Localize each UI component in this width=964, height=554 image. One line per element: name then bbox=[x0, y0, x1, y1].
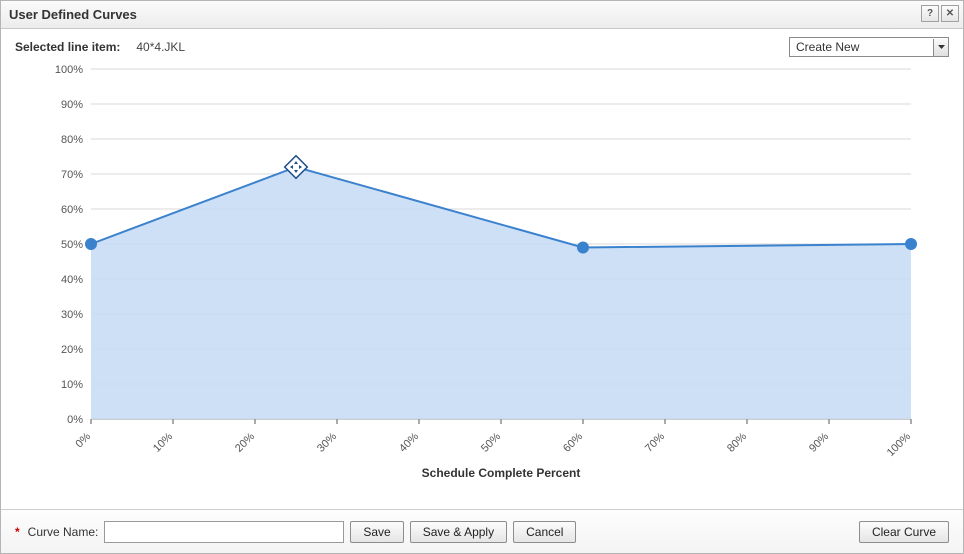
svg-text:60%: 60% bbox=[61, 204, 83, 216]
curve-chart[interactable]: 0% 10% 20% 30% 40% 50% 60% 70% 80% 90% 100% 0% 10% 20… bbox=[21, 59, 941, 489]
curve-name-input[interactable] bbox=[104, 521, 344, 543]
titlebar: User Defined Curves ? ✕ bbox=[1, 1, 963, 29]
curve-select-value: Create New bbox=[796, 40, 859, 54]
svg-text:0%: 0% bbox=[67, 414, 83, 426]
chart-point[interactable] bbox=[577, 242, 589, 254]
svg-text:100%: 100% bbox=[55, 64, 83, 76]
svg-text:100%: 100% bbox=[885, 430, 914, 459]
chevron-down-icon bbox=[933, 39, 948, 56]
save-button[interactable]: Save bbox=[350, 521, 403, 543]
selected-line-item-label: Selected line item: bbox=[15, 40, 120, 54]
svg-text:20%: 20% bbox=[233, 430, 257, 454]
svg-text:50%: 50% bbox=[61, 239, 83, 251]
clear-curve-button[interactable]: Clear Curve bbox=[859, 521, 949, 543]
help-button[interactable]: ? bbox=[921, 5, 939, 22]
svg-text:40%: 40% bbox=[61, 274, 83, 286]
svg-text:90%: 90% bbox=[61, 99, 83, 111]
selected-line-item-value: 40*4.JKL bbox=[136, 40, 185, 54]
svg-text:50%: 50% bbox=[479, 430, 503, 454]
dialog-window: User Defined Curves ? ✕ Selected line it… bbox=[0, 0, 964, 554]
svg-text:30%: 30% bbox=[315, 430, 339, 454]
chart-point[interactable] bbox=[905, 238, 917, 250]
svg-text:60%: 60% bbox=[561, 430, 585, 454]
chart-area: 0% 10% 20% 30% 40% 50% 60% 70% 80% 90% 100% 0% 10% 20… bbox=[1, 59, 963, 509]
toolbar: Selected line item: 40*4.JKL Create New bbox=[1, 29, 963, 59]
curve-select[interactable]: Create New bbox=[789, 37, 949, 57]
svg-text:10%: 10% bbox=[61, 379, 83, 391]
svg-text:80%: 80% bbox=[61, 134, 83, 146]
chart-point[interactable] bbox=[85, 238, 97, 250]
svg-text:0%: 0% bbox=[73, 430, 93, 450]
cancel-button[interactable]: Cancel bbox=[513, 521, 576, 543]
svg-text:80%: 80% bbox=[725, 430, 749, 454]
save-apply-button[interactable]: Save & Apply bbox=[410, 521, 507, 543]
svg-text:30%: 30% bbox=[61, 309, 83, 321]
footer-bar: * Curve Name: Save Save & Apply Cancel C… bbox=[1, 509, 963, 553]
window-title: User Defined Curves bbox=[9, 7, 137, 22]
close-button[interactable]: ✕ bbox=[941, 5, 959, 22]
svg-text:70%: 70% bbox=[61, 169, 83, 181]
svg-text:Schedule Complete Percent: Schedule Complete Percent bbox=[422, 466, 581, 480]
required-asterisk-icon: * bbox=[15, 525, 20, 539]
svg-text:10%: 10% bbox=[151, 430, 175, 454]
svg-text:70%: 70% bbox=[643, 430, 667, 454]
svg-text:90%: 90% bbox=[807, 430, 831, 454]
curve-name-label: Curve Name: bbox=[28, 525, 99, 539]
svg-text:20%: 20% bbox=[61, 344, 83, 356]
svg-text:40%: 40% bbox=[397, 430, 421, 454]
